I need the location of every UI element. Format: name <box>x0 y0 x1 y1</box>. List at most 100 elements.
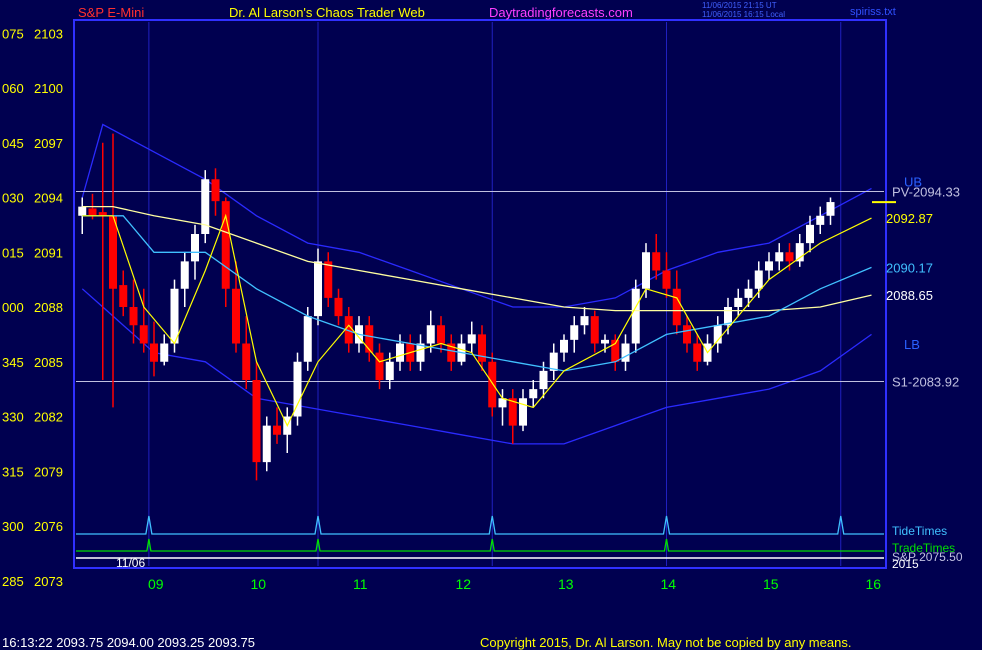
y-tick-price: 2076 <box>34 519 63 534</box>
band-label: UB <box>904 175 922 190</box>
band-label: LB <box>904 337 920 352</box>
candle-body <box>744 288 753 298</box>
candle-body <box>180 261 189 289</box>
candle-body <box>303 316 312 362</box>
candle-body <box>683 325 691 344</box>
x-tick-label: 15 <box>763 576 779 592</box>
chart-background <box>0 0 982 650</box>
y-tick-price: 2100 <box>34 81 63 96</box>
candle-body <box>232 288 240 344</box>
y-tick-price: 2088 <box>34 300 63 315</box>
y-tick-degree: 045 <box>2 136 24 151</box>
candle-body <box>590 316 599 344</box>
y-tick-degree: 075 <box>2 26 24 41</box>
y-tick-degree: 000 <box>2 300 24 315</box>
candle-body <box>621 343 630 362</box>
file-label: spiriss.txt <box>850 6 896 18</box>
candle-body <box>375 352 384 380</box>
last-quote: 16:13:22 2093.75 2094.00 2093.25 2093.75 <box>2 635 255 650</box>
candle-body <box>785 252 794 262</box>
candle-body <box>293 361 302 417</box>
chart-title: Dr. Al Larson's Chaos Trader Web <box>229 5 425 20</box>
candle-body <box>88 208 97 216</box>
candle-body <box>806 224 814 244</box>
candle-body <box>519 398 527 426</box>
y-tick-price: 2091 <box>34 245 63 260</box>
y-tick-price: 2097 <box>34 136 63 151</box>
copyright: Copyright 2015, Dr. Al Larson. May not b… <box>480 635 851 650</box>
y-tick-price: 2103 <box>34 26 63 41</box>
candle-body <box>642 252 650 289</box>
y-tick-degree: 285 <box>2 574 24 589</box>
candle-body <box>662 270 671 289</box>
candle-body <box>109 215 117 289</box>
candle-body <box>191 234 199 262</box>
candle-body <box>631 288 640 344</box>
timestamp-ut: 11/06/2015 21:15 UT <box>702 1 777 10</box>
candle-body <box>652 252 661 271</box>
x-tick-label: 13 <box>558 576 574 592</box>
candle-body <box>775 252 784 262</box>
level-label: S1-2083.92 <box>892 374 959 389</box>
y-tick-price: 2079 <box>34 464 63 479</box>
x-tick-label: 12 <box>456 576 472 592</box>
candle-body <box>314 261 322 317</box>
candle-body <box>129 307 138 326</box>
y-tick-price: 2094 <box>34 191 63 206</box>
candle-body <box>734 297 743 307</box>
candle-body <box>211 179 220 202</box>
y-tick-degree: 300 <box>2 519 24 534</box>
candle-body <box>467 334 476 344</box>
candle-body <box>78 206 87 216</box>
x-tick-label: 11 <box>353 576 368 592</box>
candle-body <box>765 261 773 271</box>
candle-body <box>826 202 835 216</box>
candle-body <box>273 425 281 435</box>
ma-value-label: 2092.87 <box>886 211 933 226</box>
legend-item: TideTimes <box>892 524 947 538</box>
year-label: 2015 <box>892 557 919 571</box>
y-tick-price: 2073 <box>34 574 63 589</box>
y-tick-degree: 315 <box>2 464 24 479</box>
y-tick-degree: 015 <box>2 245 24 260</box>
candle-body <box>672 288 681 326</box>
candle-body <box>365 325 374 353</box>
candle-body <box>170 288 179 344</box>
y-tick-price: 2082 <box>34 410 63 425</box>
candle-body <box>601 339 609 344</box>
y-tick-degree: 345 <box>2 355 24 370</box>
candle-body <box>385 361 394 380</box>
candle-body <box>539 370 548 390</box>
candle-body <box>242 343 251 380</box>
candle-body <box>816 215 825 225</box>
x-tick-label: 10 <box>251 576 267 592</box>
candle-body <box>150 343 158 362</box>
y-tick-degree: 330 <box>2 410 24 425</box>
candle-body <box>119 285 128 307</box>
candle-body <box>334 297 343 317</box>
candle-body <box>693 343 702 362</box>
symbol-label: S&P E-Mini <box>78 5 144 20</box>
x-tick-label: 16 <box>866 576 882 592</box>
candle-body <box>324 261 333 298</box>
chart: 075 2103 060 2100 045 2097 030 2094 015 2091 000 20… <box>0 0 982 650</box>
candle-body <box>396 343 404 362</box>
ma-value-label: 2090.17 <box>886 260 933 275</box>
candle-body <box>139 325 148 344</box>
candle-body <box>754 270 763 289</box>
candle-body <box>160 343 169 362</box>
candle-body <box>580 316 589 326</box>
candle-body <box>426 325 435 344</box>
candle-body <box>478 334 486 362</box>
x-tick-label: 09 <box>148 576 164 592</box>
y-tick-degree: 060 <box>2 81 24 96</box>
candle-body <box>560 339 568 353</box>
candle-body <box>252 380 261 463</box>
candle-body <box>262 425 271 463</box>
y-tick-degree: 030 <box>2 191 24 206</box>
timestamp-local: 11/06/2015 16:15 Local <box>702 10 785 19</box>
site-link[interactable]: Daytradingforecasts.com <box>489 5 633 20</box>
level-label: PV-2094.33 <box>892 184 960 199</box>
candle-body <box>437 325 445 344</box>
candle-body <box>529 389 538 399</box>
